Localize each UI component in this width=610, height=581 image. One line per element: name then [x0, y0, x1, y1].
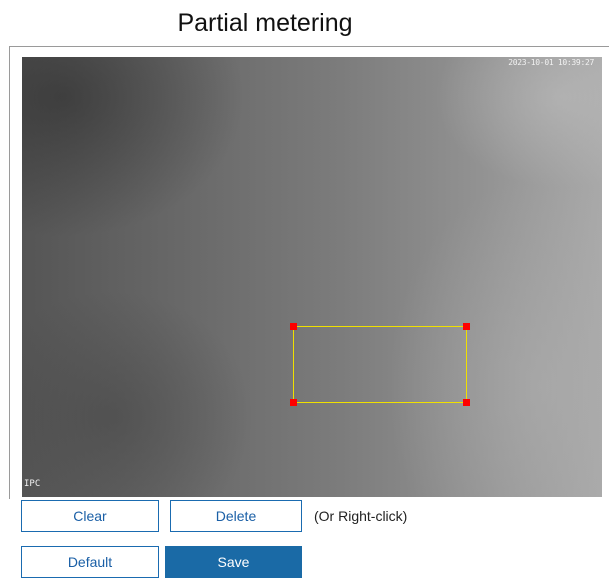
roi-handle-top-left[interactable] — [290, 323, 297, 330]
osd-channel-label: IPC — [24, 479, 41, 489]
save-button[interactable]: Save — [165, 546, 302, 578]
default-button[interactable]: Default — [21, 546, 159, 578]
metering-region[interactable] — [290, 323, 470, 406]
roi-handle-bottom-left[interactable] — [290, 399, 297, 406]
roi-handle-top-right[interactable] — [463, 323, 470, 330]
video-preview[interactable]: 2023-10-01 10:39:27 IPC — [22, 57, 602, 497]
osd-timestamp: 2023-10-01 10:39:27 — [508, 58, 594, 67]
page-title: Partial metering — [177, 9, 353, 37]
delete-button[interactable]: Delete — [170, 500, 302, 532]
delete-hint: (Or Right-click) — [314, 508, 408, 524]
clear-button[interactable]: Clear — [21, 500, 159, 532]
roi-handle-bottom-right[interactable] — [463, 399, 470, 406]
